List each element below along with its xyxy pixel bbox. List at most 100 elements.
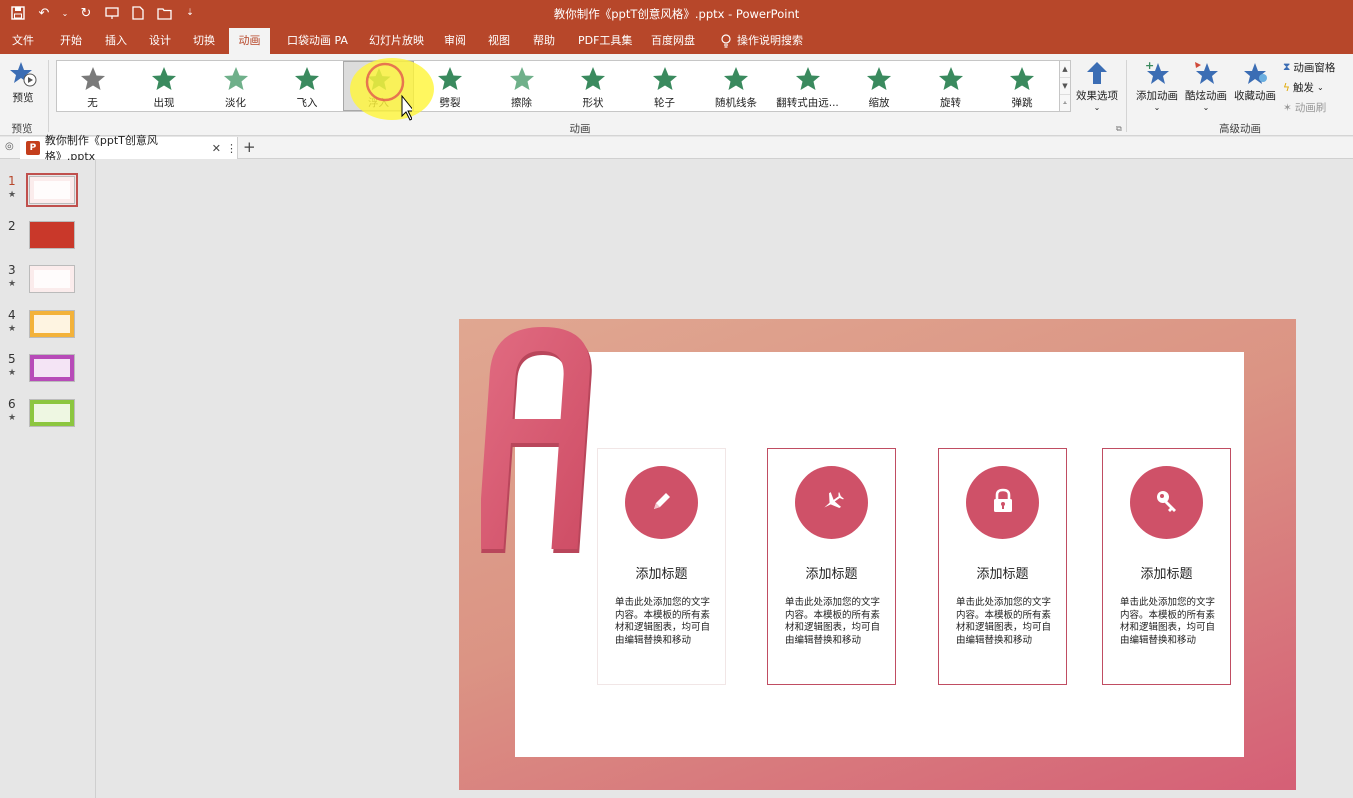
preview-button[interactable]: 预览 (6, 60, 40, 105)
animation-painter-label: 动画刷 (1294, 102, 1327, 114)
tab-baidu-netdisk[interactable]: 百度网盘 (642, 28, 704, 54)
animation-painter-button[interactable]: ✶ 动画刷 (1283, 100, 1326, 115)
star-grow-turn-icon (795, 67, 820, 90)
group-separator (48, 60, 49, 132)
thumbnail-content (34, 181, 70, 199)
arrow-up-icon (1087, 62, 1107, 84)
chevron-down-icon: ⌄ (1316, 83, 1324, 92)
gallery-item[interactable]: 擦除 (486, 61, 557, 111)
gallery-scroll[interactable]: ▲ ▼ ⩡ (1059, 60, 1071, 112)
tab-home[interactable]: 开始 (51, 28, 91, 54)
trigger-button[interactable]: ϟ 触发 ⌄ (1283, 80, 1324, 95)
powerpoint-file-icon: P (26, 141, 40, 155)
add-animation-button[interactable]: + 添加动画 ⌄ (1133, 60, 1181, 112)
slide-thumbnail[interactable] (29, 220, 75, 249)
effect-options-label: 效果选项 (1076, 90, 1118, 102)
tab-transitions[interactable]: 切换 (184, 28, 224, 54)
tell-me-search[interactable]: 操作说明搜索 (712, 28, 812, 54)
feature-card[interactable]: 添加标题 单击此处添加您的文字内容。本模板的所有素材和逻辑图表，均可自由编辑替换和… (1102, 448, 1231, 685)
gallery-item-label: 旋转 (940, 97, 961, 109)
gallery-item[interactable]: 缩放 (844, 61, 915, 111)
ribbon: 预览 预览 无出现淡化飞入浮入劈裂擦除形状轮子随机线条翻转式由远...缩放旋转弹… (0, 54, 1353, 136)
feature-card[interactable]: 添加标题 单击此处添加您的文字内容。本模板的所有素材和逻辑图表，均可自由编辑替换和… (938, 448, 1067, 685)
feature-card[interactable]: 添加标题 单击此处添加您的文字内容。本模板的所有素材和逻辑图表，均可自由编辑替换和… (767, 448, 896, 685)
tab-slideshow[interactable]: 幻灯片放映 (360, 28, 433, 54)
tab-view[interactable]: 视图 (479, 28, 519, 54)
animation-pane-button[interactable]: ⧗ 动画窗格 (1283, 60, 1335, 75)
tab-pdf-tools[interactable]: PDF工具集 (569, 28, 641, 54)
more-options-icon[interactable]: ⋮ (226, 142, 237, 155)
tab-pocket-animation[interactable]: 口袋动画 PA (278, 28, 357, 54)
close-tab-icon[interactable]: ✕ (212, 142, 221, 155)
tab-animations[interactable]: 动画 (229, 28, 270, 54)
gallery-item[interactable]: 轮子 (629, 61, 700, 111)
fav-animation-button[interactable]: 收藏动画 (1231, 60, 1279, 103)
chevron-down-icon: ⌄ (1202, 103, 1210, 112)
star-fly-in-icon (295, 67, 319, 90)
key-icon (1154, 488, 1180, 517)
card-title: 添加标题 (635, 567, 688, 582)
gallery-item-label: 随机线条 (715, 97, 757, 109)
slide-thumbnail-pane: 1 ★ 2 3 ★ 4 ★ 5 ★ 6 ★ (0, 160, 96, 798)
slide-canvas[interactable]: 添加标题单击此处添加您的文字内容。本模板的所有素材和逻辑图表，均可自由编辑替换和… (459, 319, 1296, 790)
add-animation-star-icon: + (1145, 60, 1169, 84)
group-label-advanced: 高级动画 (1219, 123, 1261, 135)
tab-list-icon[interactable]: ◎ (5, 141, 14, 152)
thumbnail-animation-star-icon: ★ (8, 368, 17, 378)
slide-thumbnail[interactable] (29, 309, 75, 338)
animation-pane-icon: ⧗ (1283, 61, 1291, 73)
gallery-item[interactable]: 弹跳 (987, 61, 1058, 111)
card-body-text: 单击此处添加您的文字内容。本模板的所有素材和逻辑图表，均可自由编辑替换和移动 (1120, 597, 1216, 646)
fav-animation-star-icon (1244, 63, 1267, 84)
feature-card[interactable]: 添加标题 单击此处添加您的文字内容。本模板的所有素材和逻辑图表，均可自由编辑替换和… (597, 448, 726, 685)
gallery-item[interactable]: 旋转 (915, 61, 986, 111)
slide-thumbnail[interactable] (29, 398, 75, 427)
thumbnail-number: 6 (8, 396, 16, 411)
star-swivel-icon (938, 67, 963, 90)
card-body-text: 单击此处添加您的文字内容。本模板的所有素材和逻辑图表，均可自由编辑替换和移动 (956, 597, 1052, 646)
tab-design[interactable]: 设计 (140, 28, 180, 54)
gallery-item-label: 轮子 (654, 97, 675, 109)
gallery-item[interactable]: 无 (57, 61, 128, 111)
click-indicator (365, 62, 412, 121)
svg-text:+: + (1145, 60, 1154, 72)
document-tab-strip: ◎ P 教你制作《pptT创意风格》.pptx ✕ ⋮ + (0, 134, 1353, 163)
chevron-down-icon: ⌄ (1093, 103, 1101, 112)
star-shape-icon (581, 67, 605, 90)
tab-file[interactable]: 文件 (3, 28, 43, 54)
thumbnail-number: 4 (8, 307, 16, 322)
document-tab[interactable]: P 教你制作《pptT创意风格》.pptx ✕ ⋮ (20, 134, 238, 163)
cool-animation-button[interactable]: 酷炫动画 ⌄ (1183, 60, 1229, 112)
gallery-item-label: 飞入 (296, 97, 318, 109)
star-wheel-icon (652, 67, 677, 90)
gallery-down-icon[interactable]: ▼ (1060, 78, 1070, 95)
gallery-item[interactable]: 出现 (129, 61, 200, 111)
gallery-item-label: 出现 (153, 97, 175, 109)
cool-animation-label: 酷炫动画 (1185, 90, 1227, 102)
slide-thumbnail[interactable] (29, 265, 75, 293)
gallery-item-label: 劈裂 (439, 97, 461, 109)
gallery-item-label: 无 (87, 97, 98, 109)
gallery-item[interactable]: 形状 (558, 61, 629, 111)
tab-review[interactable]: 审阅 (435, 28, 475, 54)
gallery-up-icon[interactable]: ▲ (1060, 61, 1070, 78)
tab-insert[interactable]: 插入 (96, 28, 136, 54)
thumbnail-content (34, 359, 70, 377)
star-none-icon (80, 67, 105, 90)
gallery-item[interactable]: 翻转式由远... (772, 61, 843, 111)
slide-thumbnail[interactable] (26, 173, 78, 207)
slide-thumbnail[interactable] (29, 354, 75, 382)
new-tab-icon[interactable]: + (243, 138, 256, 156)
tab-help[interactable]: 帮助 (524, 28, 564, 54)
gallery-item[interactable]: 飞入 (272, 61, 343, 111)
add-animation-label: 添加动画 (1136, 90, 1178, 102)
preview-label: 预览 (12, 92, 34, 104)
effect-options-button[interactable]: 效果选项 ⌄ (1073, 60, 1121, 112)
gallery-item[interactable]: 淡化 (200, 61, 271, 111)
gallery-item[interactable]: 随机线条 (701, 61, 772, 111)
animation-dialog-launcher-icon[interactable]: ⧉ (1116, 124, 1122, 134)
gallery-more-icon[interactable]: ⩡ (1060, 95, 1070, 111)
star-appear-icon (152, 67, 176, 90)
star-random-bars-icon (724, 67, 748, 90)
card-icon-circle (625, 466, 698, 539)
